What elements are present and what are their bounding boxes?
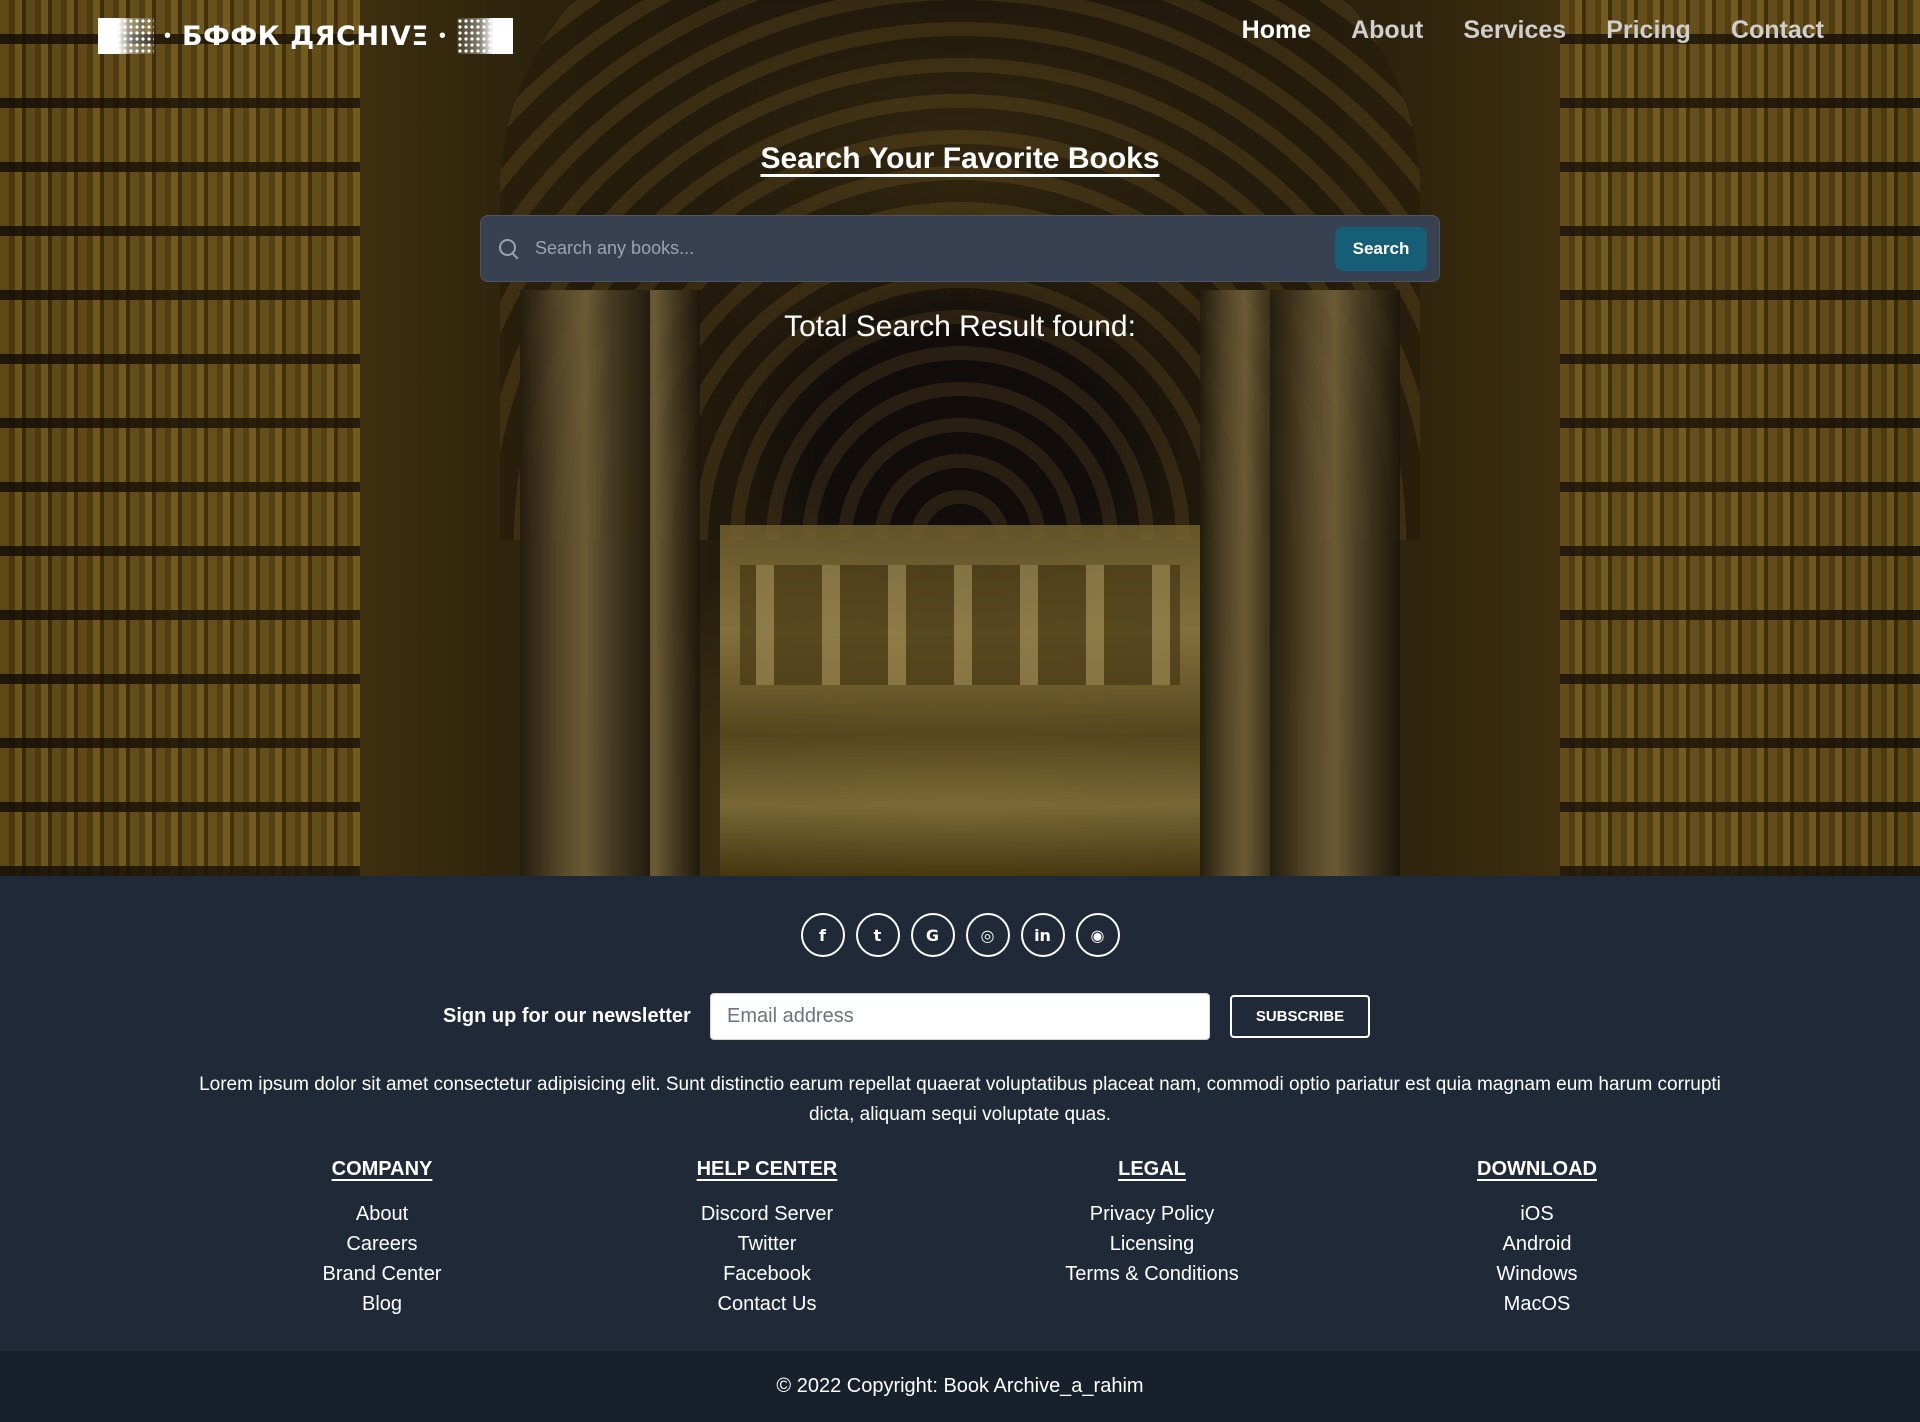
search-input[interactable] [521,216,1335,281]
footer-link[interactable]: About [232,1199,532,1229]
footer-description: Lorem ipsum dolor sit amet consectetur a… [199,1074,1721,1125]
search-button[interactable]: Search [1335,226,1427,271]
footer-link[interactable]: iOS [1387,1199,1687,1229]
instagram-icon[interactable]: ◎ [965,913,1010,957]
nav-link-home[interactable]: Home [1242,16,1311,45]
google-icon[interactable]: G [910,913,955,957]
nav-link-pricing[interactable]: Pricing [1606,16,1691,45]
nav-link-services[interactable]: Services [1463,16,1566,45]
logo-pixel-block-left [98,18,154,54]
footer-column-title: DOWNLOAD [1477,1158,1597,1180]
site-logo[interactable]: • БФФК ДЯCHIVΞ • [98,16,513,56]
footer-column-company: COMPANY About Careers Brand Center Blog [232,1158,532,1319]
footer-column-title: LEGAL [1118,1158,1186,1180]
subscribe-button[interactable]: SUBSCRIBE [1230,995,1370,1038]
github-icon[interactable]: ◉ [1075,913,1120,957]
footer-column-title: HELP CENTER [696,1158,838,1180]
logo-pixel-block-right [456,18,513,54]
footer-column-title: COMPANY [331,1158,433,1180]
footer-link[interactable]: Contact Us [617,1289,917,1319]
social-links: f t G ◎ in ◉ [0,913,1920,957]
logo-text: БФФК ДЯCHIVΞ [182,20,429,52]
twitter-icon[interactable]: t [855,913,900,957]
search-bar: Search [480,215,1440,282]
facebook-icon[interactable]: f [800,913,845,957]
footer-column-legal: LEGAL Privacy Policy Licensing Terms & C… [1002,1158,1302,1289]
top-navbar: • БФФК ДЯCHIVΞ • Home About Services Pri… [0,0,1920,70]
nav-link-contact[interactable]: Contact [1731,16,1824,45]
footer-link[interactable]: Discord Server [617,1199,917,1229]
nav-links: Home About Services Pricing Contact [1242,16,1824,45]
hero-title-wrap: Search Your Favorite Books [0,142,1920,176]
logo-dots-left: • [164,24,173,47]
logo-dots-right: • [438,24,447,47]
footer: f t G ◎ in ◉ Sign up for our newsletter … [0,876,1920,1351]
footer-link[interactable]: Brand Center [232,1259,532,1289]
newsletter-label: Sign up for our newsletter [443,1005,691,1027]
footer-link[interactable]: Blog [232,1289,532,1319]
search-result-count: Total Search Result found: [784,310,1136,343]
footer-column-download: DOWNLOAD iOS Android Windows MacOS [1387,1158,1687,1319]
email-field[interactable] [710,993,1210,1040]
hero-overlay [0,0,1920,876]
footer-link[interactable]: Facebook [617,1259,917,1289]
copyright-bar: © 2022 Copyright: Book Archive_a_rahim [0,1351,1920,1422]
footer-link[interactable]: Terms & Conditions [1002,1259,1302,1289]
footer-link[interactable]: Licensing [1002,1229,1302,1259]
footer-link[interactable]: Privacy Policy [1002,1199,1302,1229]
footer-link[interactable]: MacOS [1387,1289,1687,1319]
footer-link[interactable]: Twitter [617,1229,917,1259]
hero-title: Search Your Favorite Books [760,142,1160,175]
hero-section: • БФФК ДЯCHIVΞ • Home About Services Pri… [0,0,1920,876]
nav-link-about[interactable]: About [1351,16,1423,45]
newsletter-form: Sign up for our newsletter SUBSCRIBE [0,993,1920,1041]
footer-link[interactable]: Careers [232,1229,532,1259]
search-icon [497,237,521,261]
footer-column-help-center: HELP CENTER Discord Server Twitter Faceb… [617,1158,917,1319]
linkedin-icon[interactable]: in [1020,913,1065,957]
footer-link[interactable]: Windows [1387,1259,1687,1289]
footer-link[interactable]: Android [1387,1229,1687,1259]
